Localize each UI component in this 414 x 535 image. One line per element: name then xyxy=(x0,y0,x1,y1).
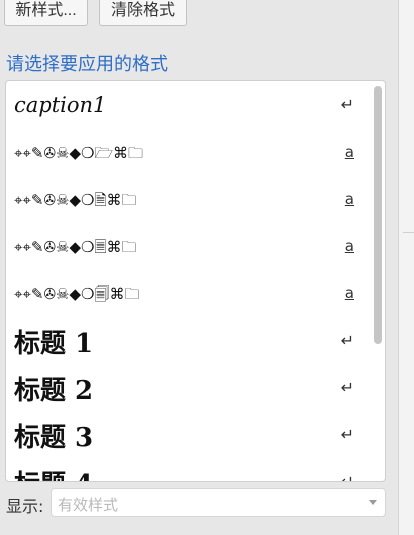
style-item-label: ⌖⌖✎✇☠◆❍🗐⌘🗀 xyxy=(14,285,140,303)
filter-select[interactable]: 有效样式 xyxy=(51,488,386,517)
style-item-heading-3[interactable]: 标题 3 ↵ xyxy=(6,415,372,455)
style-item-heading-4[interactable]: 标题 4 ↵ xyxy=(6,462,372,482)
style-item-label: 标题 3 xyxy=(14,423,94,453)
style-item-label: ⌖⌖✎✇☠◆❍🗁⌘🗀 xyxy=(14,144,144,162)
paragraph-return-icon: ↵ xyxy=(340,472,354,482)
style-item-symbol-2[interactable]: ⌖⌖✎✇☠◆❍🗎⌘🗀 a xyxy=(6,188,372,212)
style-item-label: 标题 4 xyxy=(14,464,93,481)
style-item-label: 标题 1 xyxy=(14,329,94,359)
style-item-symbol-4[interactable]: ⌖⌖✎✇☠◆❍🗐⌘🗀 a xyxy=(6,282,372,306)
filter-label: 显示: xyxy=(6,497,44,516)
paragraph-return-icon: ↵ xyxy=(340,378,354,397)
style-item-label: ⌖⌖✎✇☠◆❍🗏⌘🗀 xyxy=(14,238,137,256)
character-style-icon: a xyxy=(344,143,354,161)
style-item-label: 标题 2 xyxy=(14,376,94,406)
paragraph-return-icon: ↵ xyxy=(340,95,354,114)
clear-format-button[interactable]: 清除格式 xyxy=(99,0,187,26)
style-item-symbol-3[interactable]: ⌖⌖✎✇☠◆❍🗏⌘🗀 a xyxy=(6,235,372,259)
style-item-caption1[interactable]: caption1 ↵ xyxy=(6,91,372,121)
chevron-down-icon xyxy=(369,500,377,505)
style-list-scrollbar[interactable] xyxy=(373,85,383,479)
new-style-button[interactable]: 新样式... xyxy=(4,0,88,26)
style-list[interactable]: caption1 ↵ ⌖⌖✎✇☠◆❍🗁⌘🗀 a ⌖⌖✎✇☠◆❍🗎⌘🗀 a ⌖⌖✎… xyxy=(5,80,386,482)
side-panel-edge xyxy=(398,0,414,535)
style-item-label: caption1 xyxy=(14,93,107,117)
character-style-icon: a xyxy=(344,284,354,302)
style-item-symbol-1[interactable]: ⌖⌖✎✇☠◆❍🗁⌘🗀 a xyxy=(6,141,372,165)
style-item-heading-2[interactable]: 标题 2 ↵ xyxy=(6,368,372,408)
scrollbar-thumb[interactable] xyxy=(374,86,382,344)
character-style-icon: a xyxy=(344,190,354,208)
paragraph-return-icon: ↵ xyxy=(340,425,354,444)
panel-title: 请选择要应用的格式 xyxy=(6,54,168,75)
character-style-icon: a xyxy=(344,237,354,255)
style-item-label: ⌖⌖✎✇☠◆❍🗎⌘🗀 xyxy=(14,191,137,209)
filter-select-value: 有效样式 xyxy=(58,496,119,514)
style-item-heading-1[interactable]: 标题 1 ↵ xyxy=(6,321,372,361)
paragraph-return-icon: ↵ xyxy=(340,331,354,350)
